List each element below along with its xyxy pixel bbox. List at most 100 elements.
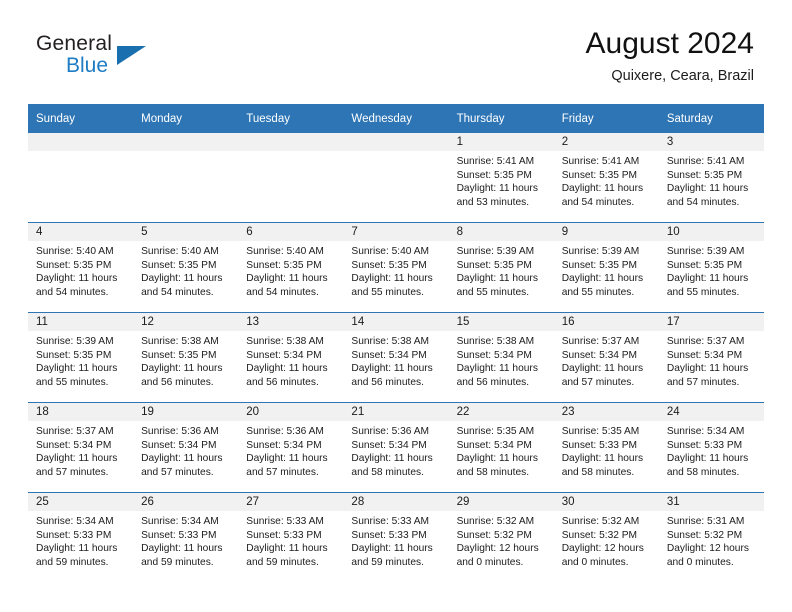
- day-cell-details: Sunrise: 5:41 AM Sunset: 5:35 PM Daylight:…: [554, 151, 659, 209]
- calendar-day-cell[interactable]: 22 Sunrise: 5:35 AM Sunset: 5:34 PM Dayligh…: [448, 402, 554, 493]
- weekday-header: Sunday Monday Tuesday Wednesday Thursday…: [28, 104, 764, 133]
- calendar-day-cell[interactable]: 14 Sunrise: 5:38 AM Sunset: 5:34 PM Dayligh…: [343, 312, 449, 403]
- day-number: 2: [553, 133, 659, 151]
- calendar-day-cell[interactable]: 18 Sunrise: 5:37 AM Sunset: 5:34 PM Dayligh…: [28, 402, 134, 493]
- sunrise-text: Sunrise: 5:32 AM: [456, 516, 535, 527]
- sunrise-text: Sunrise: 5:32 AM: [561, 516, 640, 527]
- day-cell-details: Sunrise: 5:39 AM Sunset: 5:35 PM Daylight:…: [659, 241, 764, 299]
- calendar-day-cell[interactable]: 8 Sunrise: 5:39 AM Sunset: 5:35 PM Daylight…: [448, 222, 554, 313]
- calendar-day-cell[interactable]: 29 Sunrise: 5:32 AM Sunset: 5:32 PM Dayligh…: [448, 492, 554, 582]
- calendar-week-row: 18 Sunrise: 5:37 AM Sunset: 5:34 PM Dayligh…: [28, 402, 764, 493]
- calendar-day-cell[interactable]: 30 Sunrise: 5:32 AM Sunset: 5:32 PM Dayligh…: [553, 492, 659, 582]
- calendar-day-cell[interactable]: 21 Sunrise: 5:36 AM Sunset: 5:34 PM Dayligh…: [343, 402, 449, 493]
- day-number: 24: [658, 403, 764, 421]
- day-number: 6: [238, 223, 344, 241]
- calendar-week-row: 25 Sunrise: 5:34 AM Sunset: 5:33 PM Dayligh…: [28, 492, 764, 582]
- calendar-day-cell[interactable]: 13 Sunrise: 5:38 AM Sunset: 5:34 PM Dayligh…: [238, 312, 344, 403]
- daylight-text-line2: and 55 minutes.: [666, 286, 740, 298]
- sunset-text: Sunset: 5:35 PM: [666, 169, 743, 181]
- calendar-day-cell[interactable]: 6 Sunrise: 5:40 AM Sunset: 5:35 PM Daylight…: [238, 222, 344, 313]
- calendar-day-cell[interactable]: 2 Sunrise: 5:41 AM Sunset: 5:35 PM Daylight…: [553, 133, 659, 223]
- page-header: General Blue August 2024 Quixere, Ceara,…: [28, 26, 764, 98]
- calendar-day-cell[interactable]: 7 Sunrise: 5:40 AM Sunset: 5:35 PM Daylight…: [343, 222, 449, 313]
- sunset-text: Sunset: 5:32 PM: [666, 529, 743, 541]
- sunset-text: Sunset: 5:32 PM: [561, 529, 638, 541]
- calendar-day-cell[interactable]: 9 Sunrise: 5:39 AM Sunset: 5:35 PM Daylight…: [553, 222, 659, 313]
- calendar-day-cell[interactable]: 5 Sunrise: 5:40 AM Sunset: 5:35 PM Daylight…: [133, 222, 239, 313]
- calendar-day-cell[interactable]: 16 Sunrise: 5:37 AM Sunset: 5:34 PM Dayligh…: [553, 312, 659, 403]
- calendar-day-cell[interactable]: 12 Sunrise: 5:38 AM Sunset: 5:35 PM Dayligh…: [133, 312, 239, 403]
- sunrise-text: Sunrise: 5:40 AM: [246, 246, 324, 257]
- weekday-thursday: Thursday: [448, 104, 554, 133]
- daylight-text-line2: and 0 minutes.: [456, 556, 524, 568]
- calendar-day-cell[interactable]: 17 Sunrise: 5:37 AM Sunset: 5:34 PM Dayligh…: [658, 312, 764, 403]
- day-number: 16: [553, 313, 659, 331]
- sunset-text: Sunset: 5:33 PM: [141, 529, 217, 541]
- day-cell-inner: 3 Sunrise: 5:41 AM Sunset: 5:35 PM Daylight…: [658, 133, 764, 222]
- sunset-text: Sunset: 5:34 PM: [351, 439, 427, 451]
- logo-text-blue: Blue: [66, 54, 109, 77]
- day-number: 26: [133, 493, 239, 511]
- day-cell-inner: 27 Sunrise: 5:33 AM Sunset: 5:33 PM Dayligh…: [238, 493, 344, 582]
- day-cell-inner: 10 Sunrise: 5:39 AM Sunset: 5:35 PM Dayligh…: [658, 223, 764, 312]
- daylight-text-line2: and 56 minutes.: [246, 376, 319, 388]
- calendar-day-cell[interactable]: 20 Sunrise: 5:36 AM Sunset: 5:34 PM Dayligh…: [238, 402, 344, 493]
- day-cell-inner: 2 Sunrise: 5:41 AM Sunset: 5:35 PM Daylight…: [553, 133, 659, 222]
- day-cell-inner: 29 Sunrise: 5:32 AM Sunset: 5:32 PM Dayligh…: [448, 493, 554, 582]
- day-cell-inner: 24 Sunrise: 5:34 AM Sunset: 5:33 PM Dayligh…: [658, 403, 764, 492]
- day-cell-details: Sunrise: 5:39 AM Sunset: 5:35 PM Daylight:…: [28, 331, 133, 389]
- day-cell-inner: [238, 133, 344, 222]
- daylight-text-line1: Daylight: 11 hours: [456, 183, 538, 195]
- sunset-text: Sunset: 5:35 PM: [561, 259, 638, 271]
- sunset-text: Sunset: 5:33 PM: [36, 529, 112, 541]
- daylight-text-line2: and 55 minutes.: [351, 286, 424, 298]
- calendar-day-cell[interactable]: 11 Sunrise: 5:39 AM Sunset: 5:35 PM Dayligh…: [28, 312, 134, 403]
- weekday-monday: Monday: [133, 104, 239, 133]
- weekday-friday: Friday: [553, 104, 659, 133]
- day-cell-inner: 13 Sunrise: 5:38 AM Sunset: 5:34 PM Dayligh…: [238, 313, 344, 402]
- daylight-text-line2: and 57 minutes.: [666, 376, 740, 388]
- day-number: 31: [658, 493, 764, 511]
- day-cell-details: Sunrise: 5:38 AM Sunset: 5:34 PM Daylight:…: [238, 331, 343, 389]
- day-cell-details: [238, 151, 343, 155]
- sunrise-text: Sunrise: 5:38 AM: [246, 336, 324, 347]
- calendar-day-cell[interactable]: 3 Sunrise: 5:41 AM Sunset: 5:35 PM Daylight…: [658, 133, 764, 223]
- calendar-week-row: 11 Sunrise: 5:39 AM Sunset: 5:35 PM Dayligh…: [28, 312, 764, 403]
- day-cell-inner: 22 Sunrise: 5:35 AM Sunset: 5:34 PM Dayligh…: [448, 403, 554, 492]
- calendar-day-cell-empty: [343, 133, 449, 223]
- calendar-day-cell[interactable]: 27 Sunrise: 5:33 AM Sunset: 5:33 PM Dayligh…: [238, 492, 344, 582]
- daylight-text-line1: Daylight: 11 hours: [561, 183, 644, 195]
- daylight-text-line1: Daylight: 11 hours: [666, 363, 749, 375]
- sunset-text: Sunset: 5:35 PM: [141, 349, 217, 361]
- calendar-day-cell[interactable]: 1 Sunrise: 5:41 AM Sunset: 5:35 PM Daylight…: [448, 133, 554, 223]
- calendar-day-cell[interactable]: 10 Sunrise: 5:39 AM Sunset: 5:35 PM Dayligh…: [658, 222, 764, 313]
- day-number: 4: [28, 223, 134, 241]
- day-cell-inner: 6 Sunrise: 5:40 AM Sunset: 5:35 PM Daylight…: [238, 223, 344, 312]
- day-cell-details: Sunrise: 5:40 AM Sunset: 5:35 PM Daylight:…: [28, 241, 133, 299]
- calendar-day-cell[interactable]: 15 Sunrise: 5:38 AM Sunset: 5:34 PM Dayligh…: [448, 312, 554, 403]
- day-cell-inner: 4 Sunrise: 5:40 AM Sunset: 5:35 PM Daylight…: [28, 223, 134, 312]
- calendar-day-cell[interactable]: 26 Sunrise: 5:34 AM Sunset: 5:33 PM Dayligh…: [133, 492, 239, 582]
- daylight-text-line2: and 57 minutes.: [141, 466, 214, 478]
- page-title: August 2024: [585, 27, 754, 60]
- sunset-text: Sunset: 5:33 PM: [666, 439, 743, 451]
- daylight-text-line1: Daylight: 11 hours: [561, 363, 644, 375]
- calendar-day-cell[interactable]: 25 Sunrise: 5:34 AM Sunset: 5:33 PM Dayligh…: [28, 492, 134, 582]
- weekday-wednesday: Wednesday: [343, 104, 449, 133]
- sunset-text: Sunset: 5:34 PM: [246, 349, 322, 361]
- daylight-text-line2: and 55 minutes.: [561, 286, 635, 298]
- weekday-saturday: Saturday: [658, 104, 764, 133]
- day-cell-details: Sunrise: 5:37 AM Sunset: 5:34 PM Daylight:…: [554, 331, 659, 389]
- calendar-day-cell[interactable]: 23 Sunrise: 5:35 AM Sunset: 5:33 PM Dayligh…: [553, 402, 659, 493]
- daylight-text-line1: Daylight: 11 hours: [36, 453, 118, 465]
- calendar-day-cell[interactable]: 4 Sunrise: 5:40 AM Sunset: 5:35 PM Daylight…: [28, 222, 134, 313]
- calendar-day-cell[interactable]: 31 Sunrise: 5:31 AM Sunset: 5:32 PM Dayligh…: [658, 492, 764, 582]
- sunrise-text: Sunrise: 5:34 AM: [666, 426, 745, 437]
- calendar-body: 1 Sunrise: 5:41 AM Sunset: 5:35 PM Daylight…: [28, 133, 764, 582]
- calendar-day-cell[interactable]: 28 Sunrise: 5:33 AM Sunset: 5:33 PM Dayligh…: [343, 492, 449, 582]
- daylight-text-line1: Daylight: 12 hours: [456, 543, 539, 555]
- calendar-day-cell[interactable]: 19 Sunrise: 5:36 AM Sunset: 5:34 PM Dayligh…: [133, 402, 239, 493]
- weekday-sunday: Sunday: [28, 104, 134, 133]
- calendar-day-cell[interactable]: 24 Sunrise: 5:34 AM Sunset: 5:33 PM Dayligh…: [658, 402, 764, 493]
- calendar-day-cell-empty: [28, 133, 134, 223]
